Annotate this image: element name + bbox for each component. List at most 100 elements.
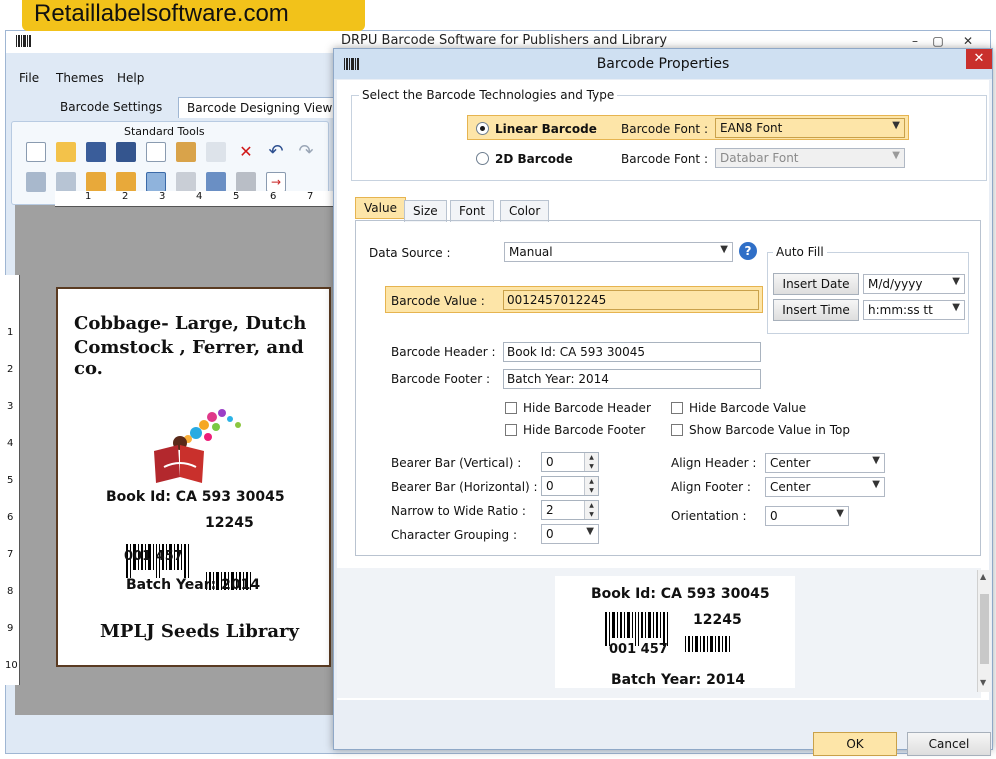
- auto-fill-title: Auto Fill: [773, 245, 827, 259]
- chevron-down-icon: ▼: [872, 479, 880, 490]
- scrollbar-thumb[interactable]: [980, 594, 989, 664]
- tab-font[interactable]: Font: [450, 200, 495, 222]
- spinner-arrows-icon[interactable]: ▲ ▼: [584, 453, 598, 471]
- export-icon[interactable]: →: [266, 172, 286, 192]
- barcode-value-label: Barcode Value :: [391, 294, 485, 308]
- tab-color[interactable]: Color: [500, 200, 550, 222]
- label-left-number: 001 457: [124, 549, 183, 564]
- tab-barcode-settings[interactable]: Barcode Settings: [52, 97, 170, 117]
- narrow-wide-value: 2: [546, 503, 554, 517]
- unlock-icon[interactable]: [116, 172, 136, 192]
- align-header-label: Align Header :: [671, 456, 757, 470]
- cut-icon[interactable]: [206, 142, 226, 162]
- help-icon[interactable]: ?: [739, 242, 757, 260]
- align-footer-value: Center: [770, 480, 811, 494]
- print-preview-icon[interactable]: [206, 172, 226, 192]
- align-footer-select[interactable]: Center ▼: [765, 477, 885, 497]
- tab-barcode-designing-view[interactable]: Barcode Designing View: [178, 97, 342, 118]
- align-footer-label: Align Footer :: [671, 480, 751, 494]
- chevron-down-icon: ▼: [892, 120, 900, 131]
- date-format-value: M/d/yyyy: [868, 277, 923, 291]
- show-value-top-checkbox[interactable]: [671, 424, 683, 436]
- hide-value-label: Hide Barcode Value: [689, 401, 807, 415]
- paste-icon[interactable]: [176, 142, 196, 162]
- delete-icon[interactable]: ✕: [236, 142, 256, 162]
- label-batch-year: Batch Year: 2014: [126, 577, 261, 593]
- save-icon[interactable]: [86, 142, 106, 162]
- spinner-arrows-icon[interactable]: ▲ ▼: [584, 501, 598, 519]
- ok-button[interactable]: OK: [813, 732, 897, 756]
- menu-themes[interactable]: Themes: [56, 71, 104, 85]
- dialog-close-button[interactable]: ✕: [966, 49, 992, 69]
- linear-barcode-radio[interactable]: [476, 122, 489, 135]
- spinner-arrows-icon[interactable]: ▲ ▼: [584, 477, 598, 495]
- tab-size[interactable]: Size: [404, 200, 447, 222]
- linear-barcode-label: Linear Barcode: [495, 122, 597, 136]
- save-as-icon[interactable]: [116, 142, 136, 162]
- time-format-select[interactable]: h:mm:ss tt ▼: [863, 300, 965, 320]
- label-preview[interactable]: Cobbage- Large, Dutch Comstock , Ferrer,…: [56, 287, 331, 667]
- ruler-left: 1 2 3 4 5 6 7 8 9 10: [4, 275, 20, 685]
- send-back-icon[interactable]: [26, 172, 46, 192]
- menu-help[interactable]: Help: [117, 71, 144, 85]
- 2d-font-label: Barcode Font :: [621, 152, 708, 166]
- barcode-preview-card: Book Id: CA 593 30045 12245 001 457 Batc…: [555, 576, 795, 688]
- bearer-vertical-label: Bearer Bar (Vertical) :: [391, 456, 522, 470]
- chevron-down-icon: ▼: [952, 302, 960, 313]
- bring-front-icon[interactable]: [56, 172, 76, 192]
- scroll-up-icon[interactable]: ▲: [980, 572, 986, 581]
- grid-icon[interactable]: [146, 172, 166, 192]
- dialog-titlebar: Barcode Properties ✕: [334, 49, 992, 79]
- preview-barcode-number: 12245: [693, 612, 742, 628]
- date-format-select[interactable]: M/d/yyyy ▼: [863, 274, 965, 294]
- data-source-select[interactable]: Manual ▼: [504, 242, 733, 262]
- dialog-title: Barcode Properties: [596, 56, 730, 72]
- copy-icon[interactable]: [146, 142, 166, 162]
- scroll-down-icon[interactable]: ▼: [980, 678, 986, 687]
- hide-value-checkbox[interactable]: [671, 402, 683, 414]
- book-reader-logo-icon: [150, 407, 245, 488]
- barcode-properties-dialog: Barcode Properties ✕ Select the Barcode …: [333, 48, 993, 756]
- tab-value[interactable]: Value: [355, 197, 406, 219]
- preview-left-number: 001 457: [609, 642, 668, 657]
- cancel-button[interactable]: Cancel: [907, 732, 991, 756]
- lock-icon[interactable]: [86, 172, 106, 192]
- linear-font-select[interactable]: EAN8 Font ▼: [715, 118, 905, 138]
- bearer-horizontal-spinner[interactable]: 0 ▲ ▼: [541, 476, 599, 496]
- new-icon[interactable]: [26, 142, 46, 162]
- char-grouping-select[interactable]: 0 ▼: [541, 524, 599, 544]
- hide-header-checkbox[interactable]: [505, 402, 517, 414]
- dialog-body: Select the Barcode Technologies and Type…: [337, 80, 991, 756]
- print-icon[interactable]: [236, 172, 256, 192]
- chevron-down-icon: ▼: [952, 276, 960, 287]
- barcode-header-input[interactable]: Book Id: CA 593 30045: [503, 342, 761, 362]
- redo-icon[interactable]: ↷: [296, 142, 316, 162]
- database-icon[interactable]: [176, 172, 196, 192]
- undo-icon[interactable]: ↶: [266, 142, 286, 162]
- barcode-value-input[interactable]: 0012457012245: [503, 290, 759, 310]
- app-barcode-icon: [16, 35, 32, 50]
- insert-time-button[interactable]: Insert Time: [773, 299, 859, 321]
- label-title-line2: Comstock , Ferrer, and co.: [74, 337, 304, 379]
- preview-book-id: Book Id: CA 593 30045: [591, 586, 770, 602]
- align-header-select[interactable]: Center ▼: [765, 453, 885, 473]
- barcode-footer-input[interactable]: Batch Year: 2014: [503, 369, 761, 389]
- label-footer: MPLJ Seeds Library: [100, 621, 299, 642]
- bearer-vertical-spinner[interactable]: 0 ▲ ▼: [541, 452, 599, 472]
- insert-date-button[interactable]: Insert Date: [773, 273, 859, 295]
- ruler-left-mark: 9: [7, 623, 14, 634]
- ruler-left-mark: 10: [5, 660, 18, 671]
- hide-footer-checkbox[interactable]: [505, 424, 517, 436]
- label-title-line1: Cobbage- Large, Dutch: [74, 313, 307, 334]
- preview-batch-year: Batch Year: 2014: [611, 672, 746, 688]
- 2d-barcode-radio[interactable]: [476, 152, 489, 165]
- label-book-id: Book Id: CA 593 30045: [106, 489, 285, 505]
- orientation-select[interactable]: 0 ▼: [765, 506, 849, 526]
- ruler-top-mark: 3: [159, 191, 166, 202]
- open-icon[interactable]: [56, 142, 76, 162]
- narrow-wide-spinner[interactable]: 2 ▲ ▼: [541, 500, 599, 520]
- menu-file[interactable]: File: [19, 71, 39, 85]
- preview-scrollbar[interactable]: ▲ ▼: [977, 570, 991, 692]
- ruler-top-mark: 1: [85, 191, 92, 202]
- linear-font-value: EAN8 Font: [720, 121, 783, 135]
